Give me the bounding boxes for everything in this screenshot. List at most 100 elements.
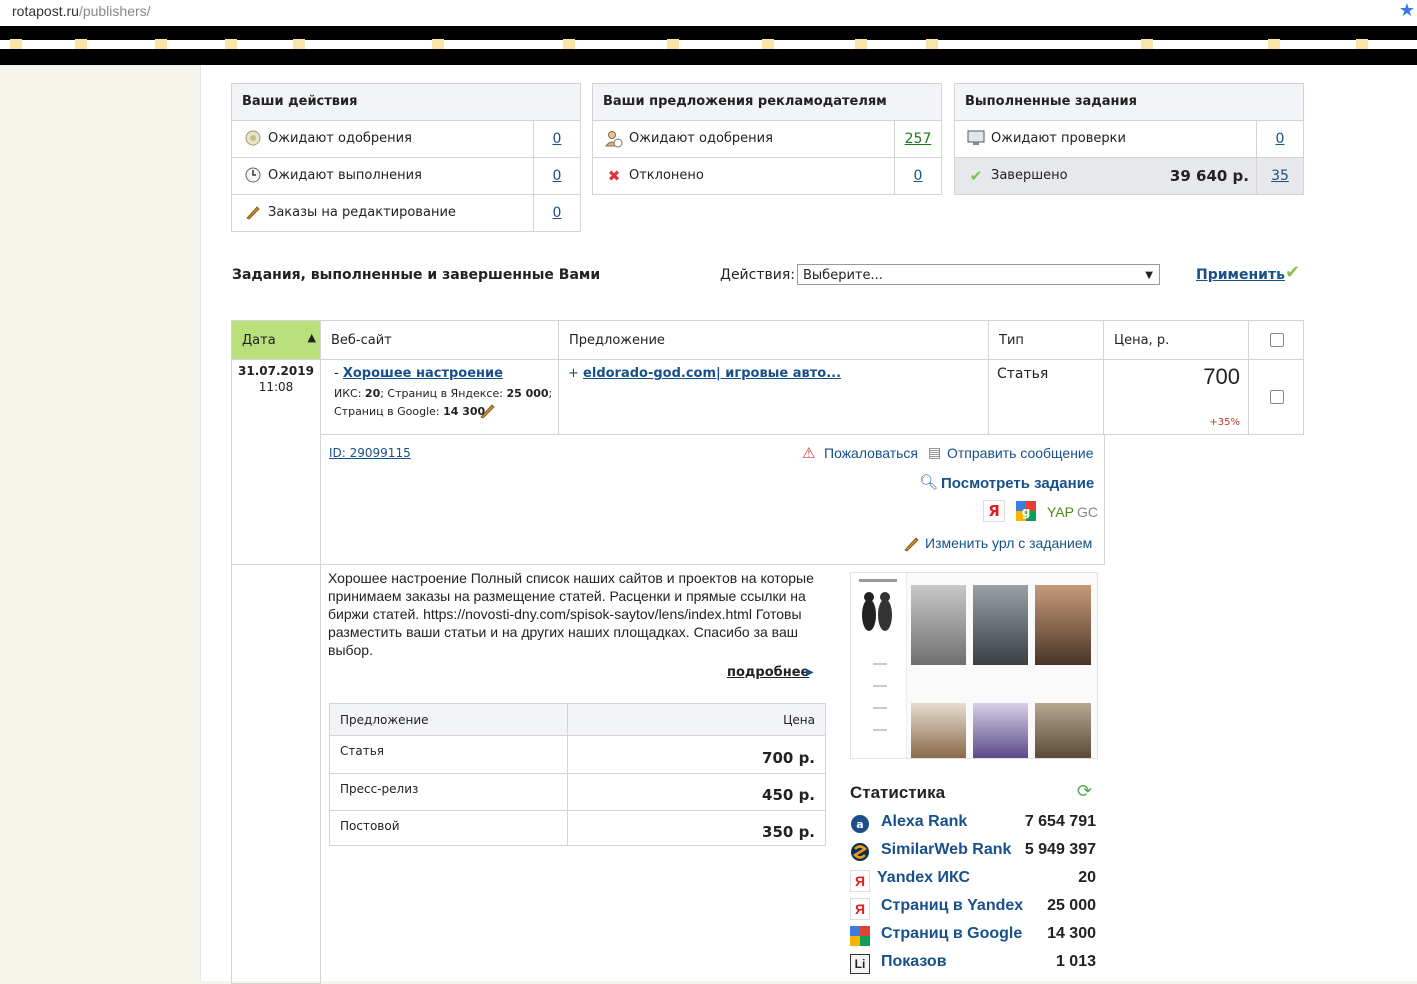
header-label: Веб-сайт: [331, 333, 392, 348]
row-date: 31.07.2019: [238, 364, 314, 378]
address-bar[interactable]: rotapost.ru/publishers/ ★: [0, 0, 1417, 26]
row-type: Статья: [997, 366, 1049, 382]
stats-label[interactable]: SimilarWeb Rank: [881, 841, 1011, 859]
bookmark-star-icon[interactable]: ★: [1399, 0, 1415, 21]
view-task-link[interactable]: Посмотреть задание: [941, 475, 1094, 492]
stats-label[interactable]: Показов: [881, 953, 947, 971]
stats-value: 20: [1078, 869, 1096, 886]
awaiting-review-row: Ожидают проверки 0: [955, 121, 1303, 158]
yandex-icon[interactable]: Я: [983, 500, 1005, 522]
offer-cell: + eldorado-god.com| игровые авто...: [558, 359, 989, 435]
date-column-header[interactable]: Дата ▲: [231, 320, 321, 360]
count-link[interactable]: 0: [553, 168, 562, 184]
site-prefix: -: [334, 366, 339, 381]
stats-label[interactable]: Страниц в Google: [881, 925, 1022, 943]
offers-pending-row: Ожидают одобрения 257: [593, 121, 941, 158]
magnifier-icon: 🔍︎: [919, 473, 939, 491]
stats-label[interactable]: Alexa Rank: [881, 813, 967, 831]
bookmark-folder-icon[interactable]: [225, 39, 237, 49]
bookmark-folder-icon[interactable]: [155, 39, 167, 49]
price-cell: 700 +35%: [1103, 359, 1249, 435]
select-all-checkbox[interactable]: [1270, 333, 1284, 347]
stats-label[interactable]: Страниц в Yandex: [881, 897, 1023, 915]
pencil-icon: [903, 534, 921, 556]
header-label: Предложение: [569, 333, 665, 348]
bookmark-folder-icon[interactable]: [10, 39, 22, 49]
monitor-icon: [967, 130, 985, 148]
yap-label[interactable]: YAP: [1047, 504, 1074, 520]
site-column-header[interactable]: Веб-сайт: [320, 320, 559, 360]
row-label: Отклонено: [629, 168, 704, 183]
stats-row: SimilarWeb Rank 5 949 397: [850, 840, 1098, 864]
refresh-icon[interactable]: ⟳: [1077, 781, 1092, 802]
stats-row: Li Показов 1 013: [850, 952, 1098, 976]
row-label: Ожидают одобрения: [268, 131, 412, 146]
bookmark-folder-icon[interactable]: [855, 39, 867, 49]
send-message-link[interactable]: Отправить сообщение: [947, 445, 1094, 461]
thumbnail-photo: [973, 703, 1028, 758]
price-table: Предложение Цена Статья 700 р. Пресс-рел…: [329, 703, 826, 846]
bookmark-folder-icon[interactable]: [563, 39, 575, 49]
your-actions-panel: Ваши действия Ожидают одобрения 0 Ожидаю…: [231, 83, 581, 232]
bookmark-folder-icon[interactable]: [293, 39, 305, 49]
offer-link[interactable]: eldorado-god.com| игровые авто...: [583, 366, 841, 381]
select-all-cell: [1248, 320, 1304, 360]
type-column-header[interactable]: Тип: [988, 320, 1104, 360]
gc-label[interactable]: GC: [1077, 504, 1098, 520]
site-thumbnail[interactable]: [850, 572, 1098, 759]
thumbnail-photo: [1035, 703, 1091, 758]
site-stats-line2: Страниц в Google: 14 300: [334, 405, 486, 418]
panel-title: Ваши действия: [232, 84, 580, 121]
pending-approval-row: Ожидают одобрения 0: [232, 121, 580, 158]
site-cell: - Хорошее настроение ИКС: 20; Страниц в …: [320, 359, 559, 435]
site-stats-line1: ИКС: 20; Страниц в Яндексе: 25 000;: [334, 387, 553, 400]
count-link[interactable]: 0: [553, 131, 562, 147]
row-checkbox[interactable]: [1270, 390, 1284, 404]
change-url-link[interactable]: Изменить урл с заданием: [925, 535, 1092, 551]
stats-label[interactable]: Yandex ИКС: [877, 869, 970, 887]
liveinternet-icon: Li: [850, 954, 870, 974]
actions-select[interactable]: Выберите... ▼: [797, 264, 1160, 285]
row-label: Заказы на редактирование: [268, 205, 456, 220]
count-link[interactable]: 0: [914, 168, 923, 184]
bookmark-folder-icon[interactable]: [432, 39, 444, 49]
empty-cell: [231, 564, 321, 984]
pencil-icon[interactable]: [479, 401, 497, 423]
count-link[interactable]: 35: [1271, 168, 1289, 184]
google-icon[interactable]: g: [1015, 500, 1037, 526]
dropdown-arrow-icon: ▼: [1145, 270, 1153, 281]
row-label: Ожидают выполнения: [268, 168, 422, 183]
url-text[interactable]: rotapost.ru/publishers/: [12, 3, 151, 19]
message-icon: ▤: [928, 445, 942, 461]
apply-link[interactable]: Применить: [1196, 267, 1285, 283]
stats-list: a Alexa Rank 7 654 791 SimilarWeb Rank 5…: [850, 812, 1098, 980]
stats-row: Я Страниц в Yandex 25 000: [850, 896, 1098, 920]
count-link[interactable]: 257: [905, 131, 932, 147]
site-link[interactable]: Хорошее настроение: [343, 366, 503, 381]
bookmark-folder-icon[interactable]: [1141, 39, 1153, 49]
bookmark-folder-icon[interactable]: [75, 39, 87, 49]
col-offer: Предложение: [340, 713, 429, 727]
details-cell: ID: 29099115 ⚠ Пожаловаться ▤ Отправить …: [320, 434, 1105, 565]
task-id-link[interactable]: ID: 29099115: [329, 446, 411, 460]
count-link[interactable]: 0: [1276, 131, 1285, 147]
thumbnail-photo: [1035, 585, 1091, 665]
complain-link[interactable]: Пожаловаться: [824, 445, 918, 461]
date-cell: 31.07.2019 11:08: [231, 359, 321, 565]
count-link[interactable]: 0: [553, 205, 562, 221]
offer-column-header[interactable]: Предложение: [558, 320, 989, 360]
row-label: Ожидают одобрения: [629, 131, 773, 146]
price-column-header[interactable]: Цена, р.: [1103, 320, 1249, 360]
bookmark-folder-icon[interactable]: [1356, 39, 1368, 49]
bookmark-folder-icon[interactable]: [762, 39, 774, 49]
alexa-icon: a: [850, 814, 870, 839]
more-link[interactable]: подробнее: [727, 665, 809, 680]
similarweb-icon: [850, 842, 870, 867]
row-select-cell: [1248, 359, 1304, 435]
svg-text:a: a: [856, 818, 863, 831]
bookmark-folder-icon[interactable]: [1268, 39, 1280, 49]
bookmark-folder-icon[interactable]: [667, 39, 679, 49]
type-cell: Статья: [988, 359, 1104, 435]
price-table-header: Предложение Цена: [330, 704, 825, 736]
bookmark-folder-icon[interactable]: [926, 39, 938, 49]
